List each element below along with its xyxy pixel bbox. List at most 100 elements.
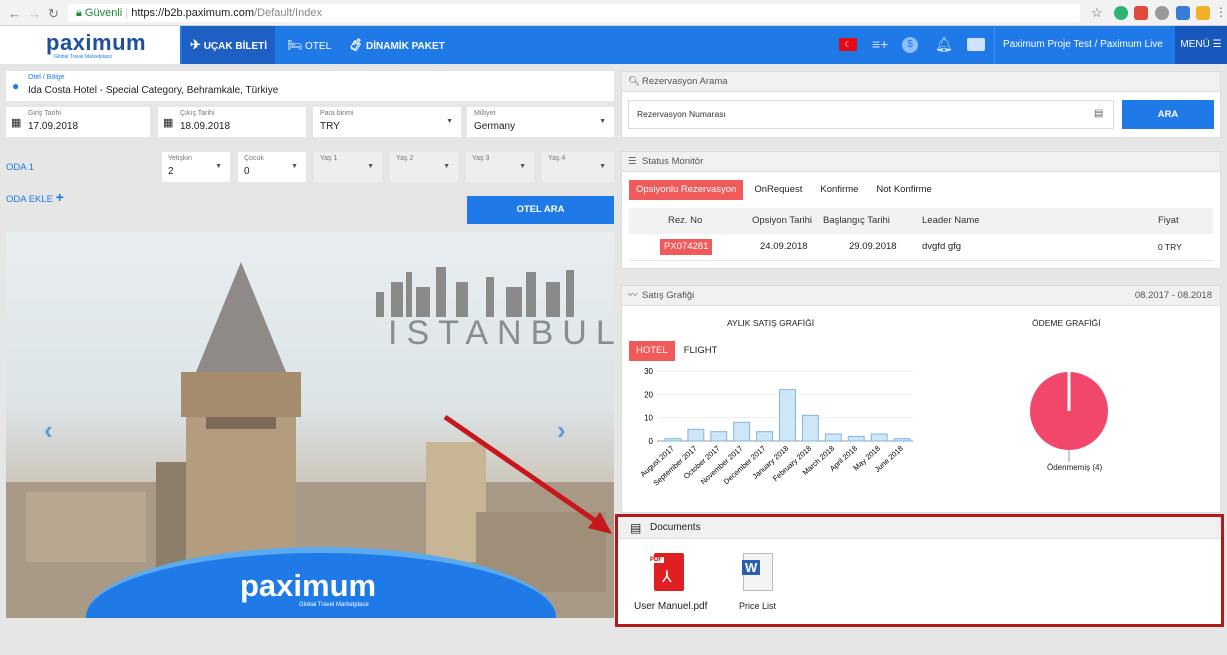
location-label: Otel / Bölge (28, 74, 65, 81)
col-price: Fiyat (1158, 215, 1179, 226)
turkish-flag-icon[interactable]: ☾ (839, 38, 857, 51)
currency-value: TRY (320, 121, 340, 132)
age3-select[interactable]: Yaş 3 ▼ (466, 152, 534, 182)
nav-hotel[interactable]: 🛏︎ OTEL (279, 26, 339, 64)
logo-text: paximum (46, 30, 147, 55)
y-tick-label: 20 (644, 390, 653, 399)
document-label[interactable]: Price List (739, 601, 776, 611)
location-field[interactable]: ● Otel / Bölge Ida Costa Hotel - Special… (6, 71, 614, 101)
chart-tabs: HOTEL FLIGHT (629, 341, 724, 361)
nationality-select[interactable]: Milliyet Germany ▼ (467, 107, 614, 137)
logo[interactable]: paximum Global Travel Marketplace (0, 26, 180, 64)
chevron-down-icon: ▼ (291, 163, 298, 170)
bar[interactable] (847, 435, 865, 442)
reservation-search-panel: 🔍︎ Rezervasyon Arama Rezervasyon Numaras… (621, 71, 1221, 138)
currency-icon[interactable]: $ (902, 37, 918, 53)
table-header (629, 208, 1213, 234)
extension-icon[interactable] (1176, 6, 1190, 20)
tab-optional-reservation[interactable]: Opsiyonlu Rezervasyon (629, 180, 744, 200)
bar[interactable] (756, 431, 774, 442)
extension-icon[interactable] (1155, 6, 1169, 20)
back-icon[interactable]: ← (8, 6, 21, 21)
age4-select[interactable]: Yaş 4 ▼ (542, 152, 614, 182)
mail-icon[interactable] (967, 38, 985, 51)
adult-value: 2 (168, 166, 174, 177)
bar[interactable] (779, 389, 796, 442)
browser-menu-icon[interactable]: ⋮ (1215, 5, 1227, 19)
add-room-link[interactable]: ODA EKLE + (6, 189, 64, 205)
reservation-id-badge[interactable]: PX074281 (660, 239, 713, 255)
menu-button[interactable]: MENÜ ☰ (1175, 26, 1227, 64)
suitcase-icon: 🧳︎ (348, 38, 364, 52)
age1-select[interactable]: Yaş 1 ▼ (314, 152, 382, 182)
payment-chart-title: ÖDEME GRAFİĞİ (1032, 318, 1101, 328)
hotel-search-button[interactable]: OTEL ARA (467, 196, 614, 224)
bookmark-star-icon[interactable]: ☆ (1091, 5, 1103, 21)
col-leader-name: Leader Name (922, 215, 980, 226)
extension-icon[interactable] (1114, 6, 1128, 20)
chevron-down-icon: ▼ (519, 163, 526, 170)
url-path: /Default/Index (254, 7, 322, 19)
project-selector[interactable]: Paximum Proje Test / Paximum Live (994, 26, 1163, 64)
chevron-down-icon: ▼ (599, 163, 606, 170)
reload-icon[interactable]: ↻ (48, 6, 59, 22)
bar[interactable] (687, 428, 705, 442)
book-icon: ▤ (630, 521, 642, 535)
chevron-down-icon: ▼ (446, 118, 453, 125)
tab-not-confirmed[interactable]: Not Konfirme (869, 180, 938, 200)
cart-add-icon[interactable]: ≡+ (872, 36, 888, 52)
address-bar[interactable]: 🔒︎ Güvenli | https://b2b.paximum.com/Def… (68, 4, 1080, 22)
child-select[interactable]: Çocuk 0 ▼ (238, 152, 306, 182)
checkout-label: Çıkış Tarihi (180, 110, 215, 117)
tab-flight[interactable]: FLIGHT (677, 341, 725, 361)
y-tick-label: 0 (649, 437, 654, 446)
nationality-value: Germany (474, 121, 516, 132)
bar[interactable] (870, 433, 888, 442)
forward-icon[interactable]: → (28, 6, 41, 21)
bell-icon[interactable]: 🔔︎ (935, 36, 953, 53)
nav-dynamic-package[interactable]: 🧳︎ DİNAMİK PAKET (340, 26, 453, 64)
extension-icon[interactable] (1196, 6, 1210, 20)
y-tick-label: 30 (644, 367, 653, 376)
search-icon: 🔍︎ (628, 76, 641, 87)
pie-label: Ödenmemiş (4) (1047, 463, 1103, 472)
bar[interactable] (801, 414, 819, 442)
bed-icon: 🛏︎ (287, 38, 303, 52)
leader-name-cell: dvgfd gfg (922, 241, 962, 252)
extension-icon[interactable] (1134, 6, 1148, 20)
monthly-sales-title: AYLIK SATIŞ GRAFİĞİ (727, 318, 815, 328)
document-label[interactable]: User Manuel.pdf (634, 601, 707, 612)
age4-label: Yaş 4 (548, 155, 566, 162)
lock-icon: 🔒︎ (76, 7, 82, 19)
card-icon[interactable]: ▤ (1094, 108, 1103, 119)
location-pin-icon: ● (12, 79, 20, 93)
bar[interactable] (824, 433, 842, 442)
nav-flight[interactable]: ✈ UÇAK BİLETİ (182, 26, 276, 64)
carousel-prev-icon[interactable]: ‹ (44, 415, 53, 446)
start-date-cell: 29.09.2018 (849, 241, 897, 252)
currency-select[interactable]: Para birimi TRY ▼ (313, 107, 461, 137)
bar[interactable] (710, 431, 728, 442)
reservation-search-button[interactable]: ARA (1122, 100, 1214, 129)
adult-select[interactable]: Yetişkin 2 ▼ (162, 152, 230, 182)
adult-label: Yetişkin (168, 155, 192, 162)
tab-hotel[interactable]: HOTEL (629, 341, 675, 361)
option-date-cell: 24.09.2018 (760, 241, 808, 252)
price-cell: 0 TRY (1158, 242, 1182, 252)
pdf-icon[interactable]: PDF ⅄ (648, 553, 684, 591)
age2-select[interactable]: Yaş 2 ▼ (390, 152, 458, 182)
table-row[interactable] (629, 234, 1213, 261)
add-room-label: ODA EKLE (6, 194, 53, 205)
bar[interactable] (893, 438, 911, 442)
bar[interactable] (664, 438, 682, 442)
chevron-down-icon: ▼ (443, 163, 450, 170)
tab-confirmed[interactable]: Konfirme (813, 180, 865, 200)
reservation-number-input[interactable]: Rezervasyon Numarası (628, 100, 1114, 129)
word-icon[interactable]: W (742, 553, 773, 591)
checkout-field[interactable]: ▦ Çıkış Tarihi 18.09.2018 (158, 107, 306, 137)
tab-onrequest[interactable]: OnRequest (747, 180, 809, 200)
sales-chart-range: 08.2017 - 08.2018 (1134, 290, 1212, 301)
checkin-field[interactable]: ▦ Giriş Tarihi 17.09.2018 (6, 107, 150, 137)
nav-flight-label: UÇAK BİLETİ (203, 41, 268, 52)
bar[interactable] (733, 421, 751, 442)
